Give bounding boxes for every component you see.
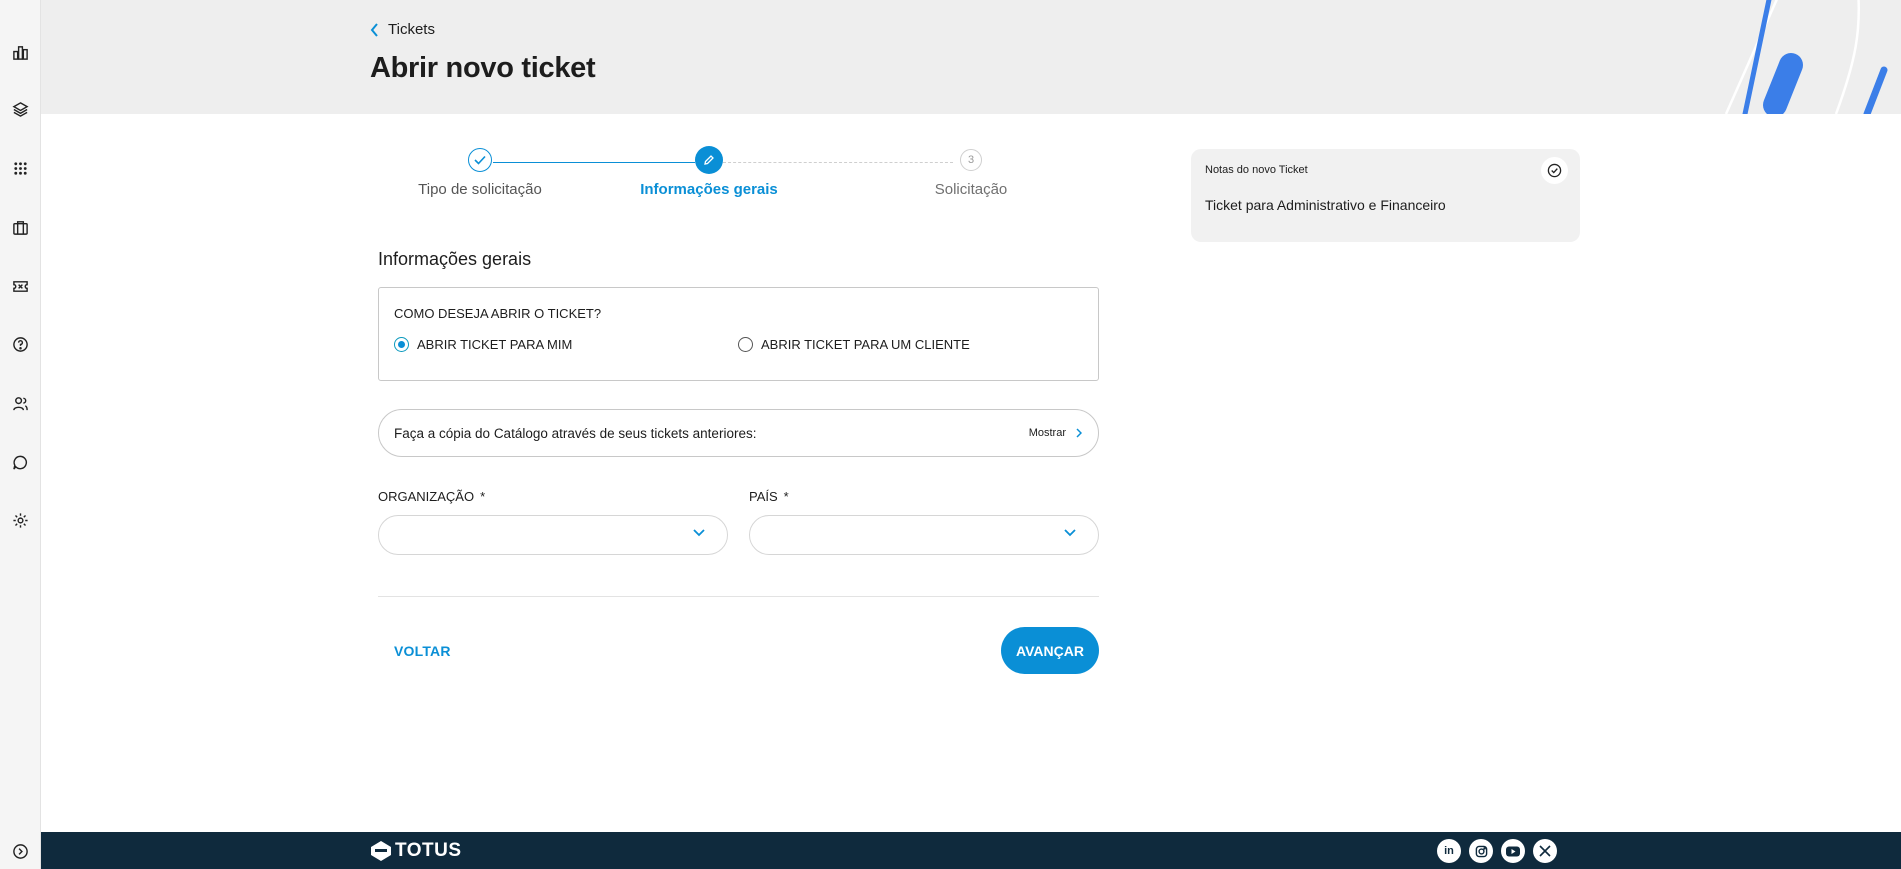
required-mark: * xyxy=(480,489,486,504)
chevron-down-icon xyxy=(693,529,705,537)
chat-icon[interactable] xyxy=(6,448,34,476)
help-icon[interactable] xyxy=(6,330,34,358)
organization-label: ORGANIZAÇÃO * xyxy=(378,489,485,504)
gear-icon[interactable] xyxy=(6,506,34,534)
linkedin-glyph: in xyxy=(1444,845,1454,857)
page-header: Tickets Abrir novo ticket xyxy=(41,0,1901,114)
back-link[interactable]: Tickets xyxy=(370,21,435,38)
notes-title: Notas do novo Ticket xyxy=(1205,164,1308,176)
main-content: Tipo de solicitação Informações gerais 3… xyxy=(41,114,1901,832)
radio-option-for-me[interactable]: ABRIR TICKET PARA MIM xyxy=(394,337,572,352)
users-icon[interactable] xyxy=(6,389,34,417)
layers-icon[interactable] xyxy=(6,95,34,123)
section-title: Informações gerais xyxy=(378,249,532,269)
ticket-icon[interactable] xyxy=(6,272,34,300)
apps-grid-icon[interactable] xyxy=(6,154,34,182)
step-label: Solicitação xyxy=(934,181,1008,198)
radio-question: COMO DESEJA ABRIR O TICKET? xyxy=(394,306,602,321)
back-link-label: Tickets xyxy=(388,21,435,38)
form-divider xyxy=(378,596,1099,597)
back-button[interactable]: VOLTAR xyxy=(394,643,451,659)
show-catalog-label: Mostrar xyxy=(1028,427,1066,439)
radio-option-for-client[interactable]: ABRIR TICKET PARA UM CLIENTE xyxy=(738,337,970,352)
logo-text: TOTUS xyxy=(395,840,462,861)
header-decoration xyxy=(1724,0,1888,114)
step-tipo-de-solicitacao[interactable]: Tipo de solicitação xyxy=(380,148,580,198)
step-number: 3 xyxy=(960,149,982,171)
radio-unselected-icon[interactable] xyxy=(738,337,753,352)
required-mark: * xyxy=(783,489,789,504)
x-icon[interactable] xyxy=(1533,839,1557,863)
ticket-owner-radio-group: COMO DESEJA ABRIR O TICKET? ABRIR TICKET… xyxy=(378,287,1099,381)
next-button[interactable]: AVANÇAR xyxy=(1001,627,1099,674)
stepper: Tipo de solicitação Informações gerais 3… xyxy=(378,146,1098,208)
totvs-logo[interactable]: TOTUS xyxy=(370,840,462,862)
pencil-icon xyxy=(695,146,723,174)
chevron-down-icon xyxy=(1064,529,1076,537)
instagram-icon[interactable] xyxy=(1469,839,1493,863)
country-label: PAÍS * xyxy=(749,489,789,504)
catalog-copy-text: Faça a cópia do Catálogo através de seus… xyxy=(394,425,757,441)
step-solicitacao[interactable]: 3 Solicitação xyxy=(871,148,1071,198)
chevron-left-icon xyxy=(370,22,378,37)
check-icon xyxy=(468,148,492,172)
check-circle-icon[interactable] xyxy=(1541,157,1568,184)
step-informacoes-gerais[interactable]: Informações gerais xyxy=(609,146,809,198)
catalog-copy-bar: Faça a cópia do Catálogo através de seus… xyxy=(378,409,1099,457)
step-label: Tipo de solicitação xyxy=(418,181,542,198)
expand-sidebar-icon[interactable] xyxy=(6,837,34,865)
notes-card: Notas do novo Ticket Ticket para Adminis… xyxy=(1191,149,1580,242)
organization-label-text: ORGANIZAÇÃO xyxy=(378,489,475,504)
page-title: Abrir novo ticket xyxy=(370,52,596,84)
sidebar xyxy=(0,0,41,869)
notes-body: Ticket para Administrativo e Financeiro xyxy=(1205,197,1446,213)
youtube-icon[interactable] xyxy=(1501,839,1525,863)
radio-selected-icon[interactable] xyxy=(394,337,409,352)
show-catalog-button[interactable]: Mostrar xyxy=(1029,427,1082,439)
country-select[interactable] xyxy=(749,515,1099,555)
radio-option-label: ABRIR TICKET PARA MIM xyxy=(417,337,573,352)
organization-select[interactable] xyxy=(378,515,728,555)
linkedin-icon[interactable]: in xyxy=(1437,839,1461,863)
step-label: Informações gerais xyxy=(640,181,778,198)
footer: TOTUS in xyxy=(41,832,1901,869)
logo-mark-icon xyxy=(371,841,391,861)
dashboard-icon[interactable] xyxy=(6,38,34,66)
country-label-text: PAÍS xyxy=(749,489,778,504)
briefcase-icon[interactable] xyxy=(6,213,34,241)
radio-option-label: ABRIR TICKET PARA UM CLIENTE xyxy=(761,337,970,352)
social-links: in xyxy=(1437,839,1557,863)
chevron-right-icon xyxy=(1076,428,1082,438)
